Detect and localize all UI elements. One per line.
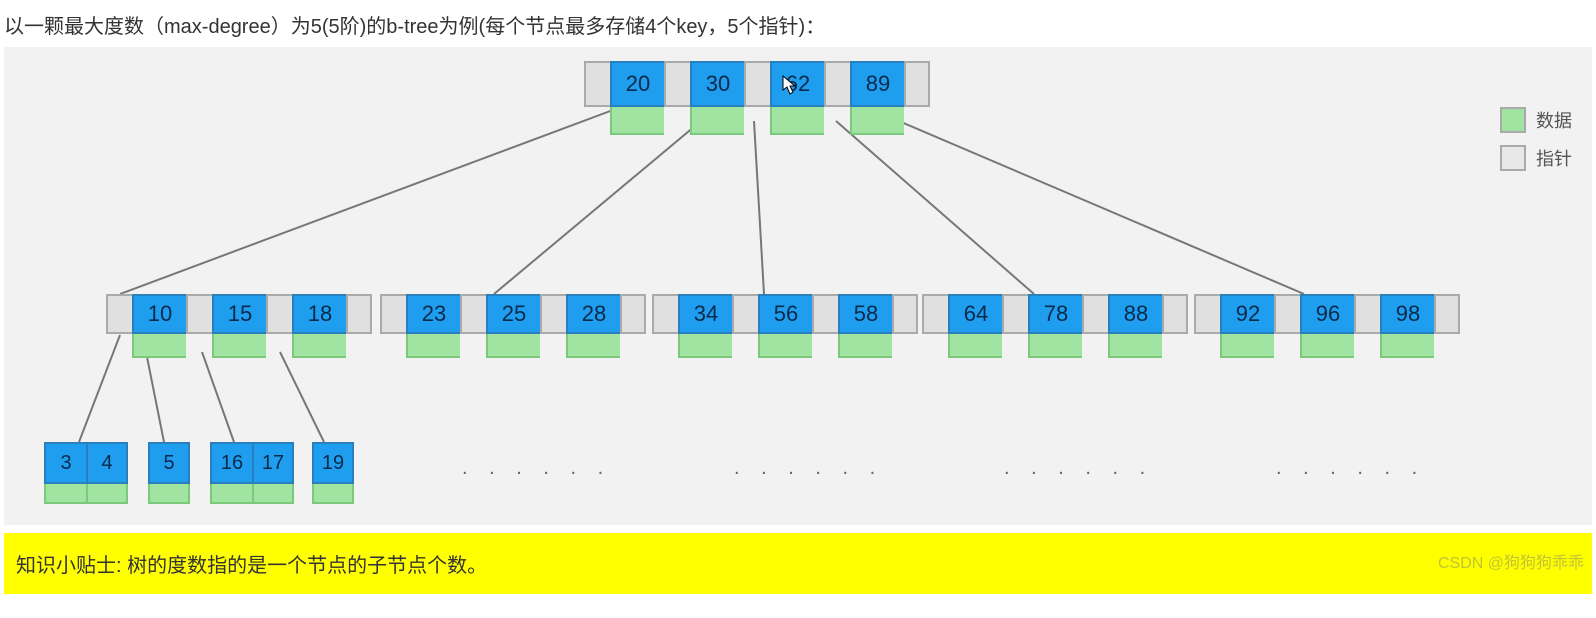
pointer-cell [652, 294, 678, 334]
data-cell [1220, 334, 1274, 358]
pointer-cell [892, 294, 918, 334]
data-cell [252, 484, 294, 504]
pointer-cell [460, 294, 486, 334]
data-cell [610, 107, 664, 135]
pointer-cell [1434, 294, 1460, 334]
pointer-cell [584, 61, 610, 107]
leaf-node-3: 19 [312, 442, 354, 504]
data-cell [148, 484, 190, 504]
data-cell [210, 484, 252, 504]
key-cell: 98 [1380, 294, 1434, 334]
data-cell [1108, 334, 1162, 358]
tip-box: 知识小贴士: 树的度数指的是一个节点的子节点个数。 [4, 533, 1592, 594]
key-cell: 16 [210, 442, 252, 484]
key-cell: 30 [690, 61, 744, 107]
leaf-node-2: 16 17 [210, 442, 294, 504]
pointer-cell [744, 61, 770, 107]
leaf-node-0: 3 4 [44, 442, 128, 504]
key-cell: 64 [948, 294, 1002, 334]
key-cell: 15 [212, 294, 266, 334]
data-cell [1028, 334, 1082, 358]
pointer-cell [540, 294, 566, 334]
key-cell: 3 [44, 442, 86, 484]
pointer-cell [824, 61, 850, 107]
btree-diagram: 数据 指针 20 30 62 89 [4, 47, 1592, 525]
data-cell [948, 334, 1002, 358]
data-cell [850, 107, 904, 135]
data-cell [838, 334, 892, 358]
data-cell [690, 107, 744, 135]
pointer-cell [620, 294, 646, 334]
legend-label-data: 数据 [1536, 107, 1572, 133]
key-cell: 78 [1028, 294, 1082, 334]
legend: 数据 指针 [1500, 107, 1572, 183]
data-cell [486, 334, 540, 358]
pointer-cell [664, 61, 690, 107]
data-cell [678, 334, 732, 358]
pointer-cell [346, 294, 372, 334]
l2-node-3: 64 78 88 [922, 294, 1188, 358]
key-cell: 5 [148, 442, 190, 484]
l2-node-0: 10 15 18 [106, 294, 372, 358]
data-cell [566, 334, 620, 358]
data-cell [1380, 334, 1434, 358]
ellipsis: . . . . . . [462, 457, 611, 480]
legend-swatch-data [1500, 107, 1526, 133]
data-cell [406, 334, 460, 358]
key-cell: 19 [312, 442, 354, 484]
l2-node-4: 92 96 98 [1194, 294, 1460, 358]
key-cell: 92 [1220, 294, 1274, 334]
intro-text: 以一颗最大度数（max-degree）为5(5阶)的b-tree为例(每个节点最… [0, 0, 1596, 47]
data-cell [758, 334, 812, 358]
pointer-cell [1002, 294, 1028, 334]
key-cell: 62 [770, 61, 824, 107]
key-cell: 96 [1300, 294, 1354, 334]
key-cell: 25 [486, 294, 540, 334]
pointer-cell [904, 61, 930, 107]
data-cell [770, 107, 824, 135]
pointer-cell [732, 294, 758, 334]
data-cell [44, 484, 86, 504]
key-cell: 17 [252, 442, 294, 484]
pointer-cell [106, 294, 132, 334]
pointer-cell [1194, 294, 1220, 334]
key-cell: 89 [850, 61, 904, 107]
pointer-cell [1162, 294, 1188, 334]
key-cell: 28 [566, 294, 620, 334]
pointer-cell [380, 294, 406, 334]
pointer-cell [922, 294, 948, 334]
key-cell: 10 [132, 294, 186, 334]
data-cell [212, 334, 266, 358]
pointer-cell [266, 294, 292, 334]
ellipsis: . . . . . . [734, 457, 883, 480]
pointer-cell [812, 294, 838, 334]
pointer-cell [1354, 294, 1380, 334]
data-cell [312, 484, 354, 504]
l2-node-1: 23 25 28 [380, 294, 646, 358]
key-cell: 20 [610, 61, 664, 107]
data-cell [292, 334, 346, 358]
pointer-cell [1082, 294, 1108, 334]
l2-node-2: 34 56 58 [652, 294, 918, 358]
leaf-node-1: 5 [148, 442, 190, 504]
data-cell [132, 334, 186, 358]
ellipsis: . . . . . . [1004, 457, 1153, 480]
key-cell: 88 [1108, 294, 1162, 334]
key-cell: 58 [838, 294, 892, 334]
ellipsis: . . . . . . [1276, 457, 1425, 480]
root-node: 20 30 62 89 [584, 61, 930, 135]
key-cell: 34 [678, 294, 732, 334]
data-cell [1300, 334, 1354, 358]
legend-label-pointer: 指针 [1536, 145, 1572, 171]
key-cell: 23 [406, 294, 460, 334]
key-cell: 4 [86, 442, 128, 484]
pointer-cell [186, 294, 212, 334]
key-cell: 56 [758, 294, 812, 334]
data-cell [86, 484, 128, 504]
pointer-cell [1274, 294, 1300, 334]
legend-swatch-pointer [1500, 145, 1526, 171]
key-cell: 18 [292, 294, 346, 334]
